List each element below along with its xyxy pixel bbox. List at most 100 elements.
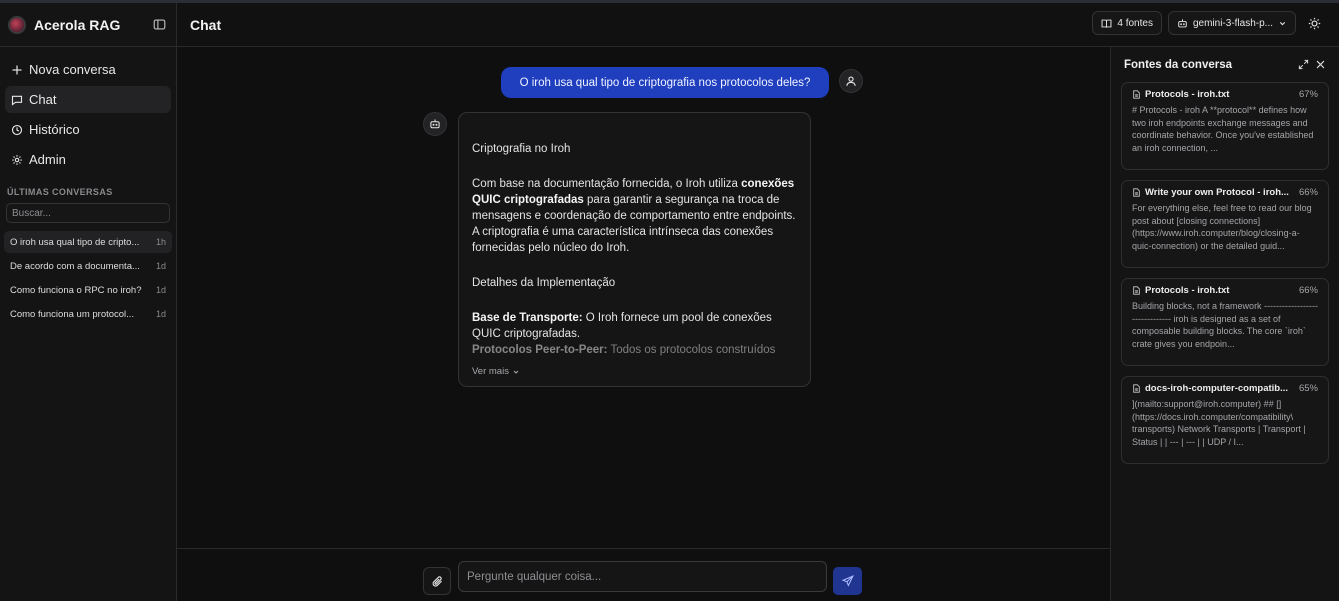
conversation-item[interactable]: Como funciona o RPC no iroh? 1d [4, 279, 172, 301]
conversation-time: 1h [155, 237, 166, 247]
message-input[interactable] [467, 570, 818, 583]
brand-bar: Acerola RAG [0, 3, 176, 47]
source-card[interactable]: Protocols - iroh.txt 67% # Protocols - i… [1121, 82, 1329, 170]
attach-button[interactable] [423, 567, 451, 595]
close-icon[interactable] [1315, 59, 1326, 70]
sidebar-item-chat[interactable]: Chat [5, 86, 171, 113]
book-icon [1101, 19, 1112, 28]
source-excerpt: For everything else, feel free to read o… [1132, 203, 1312, 251]
user-avatar [839, 69, 863, 93]
send-button[interactable] [833, 567, 862, 595]
nav-label: Admin [29, 152, 66, 167]
answer-paragraph: Com base na documentação fornecida, o Ir… [472, 176, 797, 256]
sources-panel-actions [1298, 59, 1326, 70]
source-score: 66% [1298, 187, 1318, 198]
source-card-header: Write your own Protocol - iroh... 66% [1132, 187, 1318, 198]
source-score: 66% [1298, 285, 1318, 296]
new-conversation-button[interactable]: Nova conversa [5, 56, 171, 83]
app-title: Acerola RAG [34, 16, 121, 33]
see-more-label: Ver mais [472, 366, 509, 377]
gear-icon [12, 154, 22, 165]
source-card-header: docs-iroh-computer-compatib... 65% [1132, 383, 1318, 394]
sun-icon [1308, 17, 1320, 29]
source-excerpt: # Protocols - iroh A **protocol** define… [1132, 105, 1314, 153]
source-card[interactable]: Protocols - iroh.txt 66% Building blocks… [1121, 278, 1329, 366]
answer-text: Todos os protocolos construídos [607, 344, 776, 356]
conversation-search-input[interactable] [12, 207, 164, 219]
conversation-item[interactable]: Como funciona um protocol... 1d [4, 303, 172, 325]
bot-icon [430, 119, 440, 129]
answer-list-item: Base de Transporte: O Iroh fornece um po… [472, 310, 797, 342]
sources-panel-header: Fontes da conversa [1111, 47, 1339, 82]
plus-icon [12, 65, 22, 74]
conversation-time: 1d [155, 285, 166, 295]
file-icon [1133, 286, 1140, 295]
sources-panel: Fontes da conversa Protocols - iroh.txt … [1110, 47, 1339, 601]
chevron-down-icon [513, 370, 519, 374]
file-icon [1133, 384, 1140, 393]
sidebar-item-history[interactable]: Histórico [5, 116, 171, 143]
chat-main: Chat 4 fontes gemini-3-flash-p... O iroh… [177, 3, 1339, 601]
source-name: Write your own Protocol - iroh... [1145, 187, 1289, 198]
source-score: 65% [1298, 383, 1318, 394]
answer-bold-text: Base de Transporte: [472, 312, 583, 324]
nav-label: Histórico [29, 122, 80, 137]
recent-conversations-heading: ÚLTIMAS CONVERSAS [7, 187, 113, 197]
user-icon [846, 76, 856, 86]
see-more-button[interactable]: Ver mais [472, 366, 520, 377]
history-icon [11, 124, 23, 135]
conversation-item[interactable]: O iroh usa qual tipo de cripto... 1h [4, 231, 172, 253]
page-title: Chat [190, 16, 222, 33]
conversation-title: De acordo com a documenta... [10, 260, 140, 272]
source-name: Protocols - iroh.txt [1145, 89, 1230, 100]
header-actions: 4 fontes gemini-3-flash-p... [1092, 11, 1326, 35]
answer-bold-text: Protocolos Peer-to-Peer: [472, 344, 608, 356]
sidebar: Acerola RAG Nova conversa Chat Histórico… [0, 3, 177, 601]
conversation-time: 1d [155, 261, 166, 271]
conversation-time: 1d [155, 309, 166, 319]
sidebar-nav: Nova conversa Chat Histórico Admin [0, 47, 176, 173]
sidebar-toggle-button[interactable] [150, 16, 168, 34]
message-icon [11, 95, 23, 106]
sources-panel-title: Fontes da conversa [1124, 58, 1233, 71]
file-icon [1133, 90, 1140, 99]
source-score: 67% [1298, 89, 1318, 100]
answer-list-item: Protocolos Peer-to-Peer: Todos os protoc… [472, 342, 797, 358]
source-card[interactable]: docs-iroh-computer-compatib... 65% ](mai… [1121, 376, 1329, 464]
message-input-box[interactable] [458, 561, 827, 592]
file-icon [1133, 188, 1140, 197]
conversation-title: Como funciona um protocol... [10, 308, 135, 320]
source-name: docs-iroh-computer-compatib... [1145, 383, 1289, 394]
theme-toggle-button[interactable] [1302, 11, 1326, 35]
sources-button-label: 4 fontes [1117, 17, 1153, 29]
bot-icon [1178, 18, 1187, 27]
answer-text: Com base na documentação fornecida, o Ir… [472, 178, 742, 190]
composer [177, 548, 1110, 601]
send-icon [841, 575, 854, 587]
model-selector-label: gemini-3-flash-p... [1192, 17, 1273, 29]
acerola-logo [8, 15, 26, 34]
sidebar-item-admin[interactable]: Admin [5, 146, 171, 173]
source-card-header: Protocols - iroh.txt 66% [1132, 285, 1318, 296]
answer-subheading: Detalhes da Implementação [472, 277, 616, 289]
assistant-message: Criptografia no Iroh Com base na documen… [458, 112, 811, 387]
sources-button[interactable]: 4 fontes [1092, 11, 1162, 35]
chevron-down-icon [1279, 21, 1286, 25]
conversation-title: O iroh usa qual tipo de cripto... [10, 236, 140, 248]
user-message: O iroh usa qual tipo de criptografia nos… [501, 67, 829, 98]
paperclip-icon [432, 575, 442, 587]
conversation-title: Como funciona o RPC no iroh? [10, 284, 142, 296]
conversation-search[interactable] [6, 203, 170, 223]
sidebar-toggle-icon [153, 19, 165, 30]
assistant-avatar [423, 112, 447, 136]
answer-heading: Criptografia no Iroh [472, 143, 571, 155]
expand-icon[interactable] [1298, 59, 1309, 70]
model-selector[interactable]: gemini-3-flash-p... [1167, 11, 1296, 35]
conversation-item[interactable]: De acordo com a documenta... 1d [4, 255, 172, 277]
source-excerpt: Building blocks, not a framework -------… [1132, 301, 1318, 349]
top-header: Chat 4 fontes gemini-3-flash-p... [177, 3, 1339, 47]
source-card[interactable]: Write your own Protocol - iroh... 66% Fo… [1121, 180, 1329, 268]
source-card-header: Protocols - iroh.txt 67% [1132, 89, 1318, 100]
conversation-list: O iroh usa qual tipo de cripto... 1h De … [0, 231, 176, 325]
nav-label: Nova conversa [29, 62, 116, 77]
